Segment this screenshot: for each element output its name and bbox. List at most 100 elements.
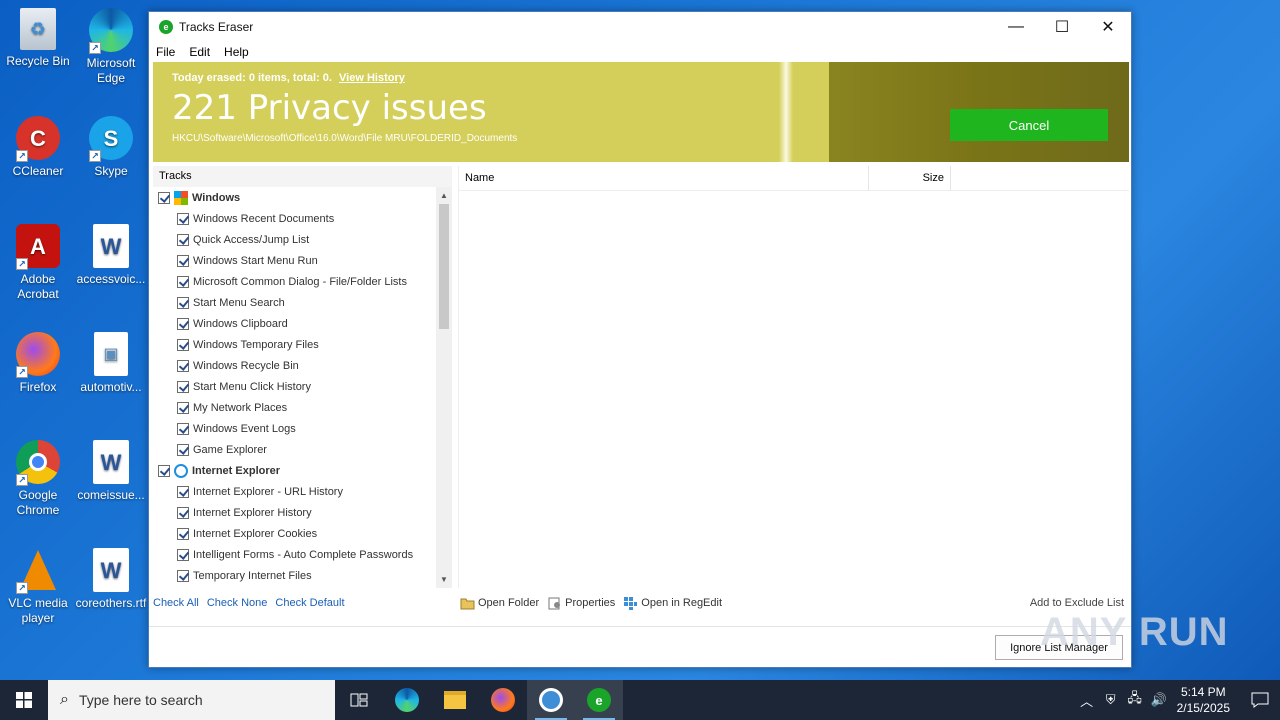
track-item[interactable]: Quick Access/Jump List [153,229,436,250]
view-history-link[interactable]: View History [339,72,405,84]
desktop-icon-accessvoic[interactable]: W accessvoic... [73,224,149,287]
recycle-bin-icon: ♻ [20,8,56,50]
track-label: Game Explorer [193,443,267,456]
properties-action[interactable]: Properties [547,596,615,610]
track-item[interactable]: Windows Start Menu Run [153,250,436,271]
show-hidden-icons-chevron-icon[interactable]: ︿ [1075,691,1099,710]
track-checkbox[interactable] [177,485,189,498]
group-checkbox[interactable] [158,464,170,477]
track-label: Windows Recycle Bin [193,359,299,372]
check-default-link[interactable]: Check Default [275,597,344,609]
track-item[interactable]: Microsoft Common Dialog - File/Folder Li… [153,271,436,292]
track-item[interactable]: Windows Temporary Files [153,334,436,355]
desktop-icon-label: VLC media player [8,596,68,625]
tracks-scrollbar[interactable]: ▲ ▼ [436,187,452,588]
taskbar-search-box[interactable]: ⌕ Type here to search [48,680,335,720]
track-checkbox[interactable] [177,338,189,351]
menu-edit[interactable]: Edit [189,45,210,59]
column-name-header[interactable]: Name [459,165,869,191]
start-button[interactable] [0,680,48,720]
track-item[interactable]: Intelligent Forms - Auto Complete Passwo… [153,544,436,565]
desktop-icon-edge[interactable]: ↗ Microsoft Edge [73,8,149,86]
task-view-button[interactable] [335,680,383,720]
maximize-button[interactable]: ☐ [1039,12,1085,42]
desktop-icon-comeissue[interactable]: W comeissue... [73,440,149,503]
taskbar-tracks-eraser[interactable]: e [575,680,623,720]
track-checkbox[interactable] [177,296,189,309]
add-to-exclude-list-link[interactable]: Add to Exclude List [1030,597,1124,609]
search-placeholder: Type here to search [78,692,203,708]
track-item[interactable]: Windows Recycle Bin [153,355,436,376]
tracks-group[interactable]: Internet Explorer [153,460,436,481]
track-item[interactable]: Windows Recent Documents [153,208,436,229]
desktop-icon-ccleaner[interactable]: C ↗ CCleaner [0,116,76,179]
desktop-icon-skype[interactable]: S ↗ Skype [73,116,149,179]
open-regedit-action[interactable]: Open in RegEdit [623,596,722,610]
track-item[interactable]: Internet Explorer - URL History [153,481,436,502]
tracks-eraser-app-icon: e [587,688,611,712]
track-item[interactable]: My Network Places [153,397,436,418]
track-item[interactable]: Internet Explorer Cookies [153,523,436,544]
track-item[interactable]: Windows Clipboard [153,313,436,334]
column-size-header[interactable]: Size [869,165,951,191]
track-checkbox[interactable] [177,569,189,582]
track-checkbox[interactable] [177,359,189,372]
taskbar-file-explorer[interactable] [431,680,479,720]
track-checkbox[interactable] [177,422,189,435]
desktop-icon-chrome[interactable]: ↗ Google Chrome [0,440,76,518]
track-checkbox[interactable] [177,380,189,393]
track-checkbox[interactable] [177,443,189,456]
taskbar-firefox[interactable] [479,680,527,720]
network-icon[interactable]: 🖧 [1123,689,1147,711]
scroll-up-arrow-icon[interactable]: ▲ [436,187,452,204]
track-item[interactable]: Windows Event Logs [153,418,436,439]
open-regedit-label: Open in RegEdit [641,597,723,609]
desktop-icon-vlc[interactable]: ↗ VLC media player [0,548,76,626]
track-label: Temporary Internet Files [193,569,312,582]
desktop-icon-acrobat[interactable]: A ↗ Adobe Acrobat [0,224,76,302]
taskbar: ⌕ Type here to search e ︿ ⛨ 🖧 🔊 5:14 PM … [0,680,1280,720]
scroll-down-arrow-icon[interactable]: ▼ [436,571,452,588]
track-checkbox[interactable] [177,401,189,414]
desktop-icon-firefox[interactable]: ↗ Firefox [0,332,76,395]
chrome-icon: ↗ [16,440,60,486]
track-checkbox[interactable] [177,233,189,246]
internet-explorer-icon [174,463,188,478]
window-title: Tracks Eraser [179,20,254,34]
track-item[interactable]: Game Explorer [153,439,436,460]
desktop-icon-recycle-bin[interactable]: ♻ Recycle Bin [0,8,76,69]
group-checkbox[interactable] [158,191,170,204]
track-checkbox[interactable] [177,548,189,561]
check-none-link[interactable]: Check None [207,597,268,609]
open-folder-action[interactable]: Open Folder [460,596,539,610]
tracks-group[interactable]: Windows [153,187,436,208]
check-all-link[interactable]: Check All [153,597,199,609]
track-checkbox[interactable] [177,254,189,267]
minimize-button[interactable]: — [993,12,1039,42]
title-bar[interactable]: e Tracks Eraser — ☐ ✕ [149,12,1131,42]
track-checkbox[interactable] [177,506,189,519]
track-item[interactable]: Start Menu Click History [153,376,436,397]
desktop-icon-coreothers[interactable]: W coreothers.rtf [73,548,149,611]
volume-icon[interactable]: 🔊 [1147,692,1171,708]
notification-center-button[interactable] [1240,680,1280,720]
taskbar-clock[interactable]: 5:14 PM 2/15/2025 [1177,684,1230,716]
taskbar-edge[interactable] [383,680,431,720]
menu-help[interactable]: Help [224,45,249,59]
track-item[interactable]: Internet Explorer History [153,502,436,523]
check-links: Check All Check None Check Default [153,597,345,609]
track-checkbox[interactable] [177,212,189,225]
tracks-header: Tracks [153,166,452,187]
cancel-button[interactable]: Cancel [950,109,1108,141]
desktop-icon-automotiv[interactable]: ▣ automotiv... [73,332,149,395]
close-button[interactable]: ✕ [1085,12,1131,42]
track-checkbox[interactable] [177,527,189,540]
security-icon[interactable]: ⛨ [1099,692,1123,708]
menu-file[interactable]: File [156,45,175,59]
track-item[interactable]: Start Menu Search [153,292,436,313]
track-item[interactable]: Temporary Internet Files [153,565,436,586]
scroll-thumb[interactable] [439,204,449,329]
track-checkbox[interactable] [177,275,189,288]
taskbar-ccleaner[interactable] [527,680,575,720]
track-checkbox[interactable] [177,317,189,330]
